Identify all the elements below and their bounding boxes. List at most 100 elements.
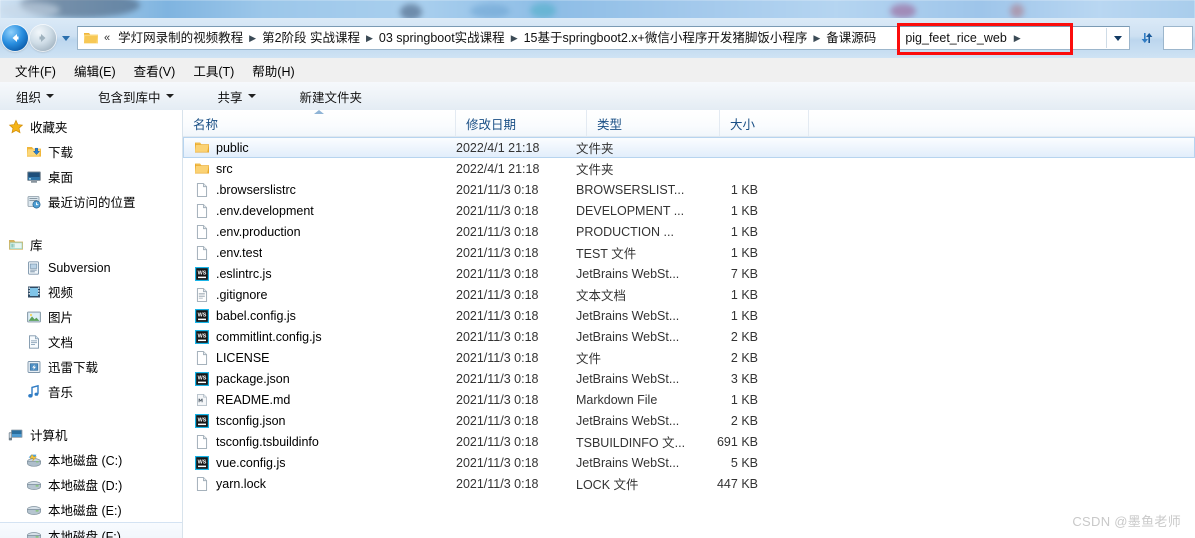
file-name: tsconfig.tsbuildinfo (216, 434, 319, 449)
sidebar-label: 本地磁盘 (F:) (48, 530, 121, 538)
sidebar-item-subversion[interactable]: Subversion (0, 257, 182, 279)
sidebar-label: 计算机 (30, 429, 68, 443)
address-breadcrumb-box[interactable]: « 学灯网录制的视频教程 ▶ 第2阶段 实战课程 ▶ 03 springboot… (77, 26, 1130, 50)
cell-date: 2021/11/3 0:18 (456, 476, 539, 491)
cell-date: 2022/4/1 21:18 (456, 140, 540, 155)
table-row[interactable]: WS commitlint.config.js 2021/11/3 0:18 JetB… (183, 326, 1195, 347)
table-row[interactable]: WS .eslintrc.js 2021/11/3 0:18 JetBrains We… (183, 263, 1195, 284)
chevron-down-icon (62, 35, 70, 41)
breadcrumb: « 学灯网录制的视频教程 ▶ 第2阶段 实战课程 ▶ 03 springboot… (101, 28, 1106, 48)
column-header-size[interactable]: 大小 (720, 110, 809, 136)
cell-type: 文本文档 (576, 289, 627, 303)
blank-file-icon (196, 476, 208, 491)
menu-view[interactable]: 查看(V) (125, 58, 185, 83)
cell-name: WS tsconfig.json (184, 413, 446, 429)
breadcrumb-item-2[interactable]: 03 springboot实战课程 (374, 28, 510, 48)
sidebar-item-recent-places[interactable]: 最近访问的位置 (0, 189, 182, 214)
sidebar-label: Subversion (48, 261, 111, 275)
menu-tools[interactable]: 工具(T) (184, 58, 243, 83)
new-folder-button[interactable]: 新建文件夹 (290, 84, 373, 109)
forward-button[interactable] (30, 25, 56, 51)
cell-type: DEVELOPMENT ... (576, 203, 685, 218)
sidebar-label: 视频 (48, 286, 74, 300)
sidebar-item-pictures[interactable]: 图片 (0, 304, 182, 329)
breadcrumb-item-3[interactable]: 15基于springboot2.x+微信小程序开发猪脚饭小程序 (519, 28, 813, 48)
cell-name: .env.test (184, 245, 446, 261)
column-header-date-label: 修改日期 (466, 117, 517, 132)
sidebar-item-drive-f[interactable]: 本地磁盘 (F:) (0, 522, 182, 538)
breadcrumb-overflow-chevron[interactable]: « (101, 30, 113, 46)
table-row[interactable]: public 2022/4/1 21:18 文件夹 (183, 137, 1195, 158)
cell-name: yarn.lock (184, 476, 446, 492)
table-row[interactable]: yarn.lock 2021/11/3 0:18 LOCK 文件 447 KB (183, 473, 1195, 494)
table-row[interactable]: WS vue.config.js 2021/11/3 0:18 JetBrains W… (183, 452, 1195, 473)
back-button[interactable] (2, 25, 28, 51)
table-row[interactable]: src 2022/4/1 21:18 文件夹 (183, 158, 1195, 179)
file-list-header: 名称 修改日期 类型 大小 (183, 110, 1195, 137)
explorer-window: « 学灯网录制的视频教程 ▶ 第2阶段 实战课程 ▶ 03 springboot… (0, 0, 1195, 538)
blank-file-icon (196, 350, 208, 365)
text-file-icon (196, 287, 208, 302)
sidebar-item-computer[interactable]: 计算机 (0, 422, 182, 447)
subversion-icon (28, 261, 39, 275)
breadcrumb-separator-icon[interactable]: ▶ (365, 33, 374, 44)
address-history-dropdown[interactable] (1106, 28, 1129, 48)
table-row[interactable]: .env.development 2021/11/3 0:18 DEVELOPMEN… (183, 200, 1195, 221)
breadcrumb-separator-icon[interactable]: ▶ (248, 33, 257, 44)
breadcrumb-item-4[interactable]: 备课源码 (821, 28, 881, 48)
sidebar-item-drive-e[interactable]: 本地磁盘 (E:) (0, 497, 182, 522)
sidebar-item-drive-d[interactable]: 本地磁盘 (D:) (0, 472, 182, 497)
breadcrumb-item-1[interactable]: 第2阶段 实战课程 (257, 28, 365, 48)
blank-file-icon (196, 434, 208, 449)
table-row[interactable]: .gitignore 2021/11/3 0:18 文本文档 1 KB (183, 284, 1195, 305)
sidebar-item-documents[interactable]: 文档 (0, 329, 182, 354)
sidebar-item-music[interactable]: 音乐 (0, 379, 182, 404)
sidebar-label: 最近访问的位置 (48, 196, 136, 210)
organize-button[interactable]: 组织 (6, 84, 64, 109)
sidebar-item-thunder-download[interactable]: 迅雷下载 (0, 354, 182, 379)
table-row[interactable]: WS package.json 2021/11/3 0:18 JetBrains We… (183, 368, 1195, 389)
webstorm-icon: WS (195, 329, 209, 344)
drive-icon (27, 505, 41, 515)
breadcrumb-item-0[interactable]: 学灯网录制的视频教程 (113, 28, 248, 48)
sidebar-label: 本地磁盘 (C:) (48, 454, 123, 468)
cell-size: 2 KB (730, 350, 758, 365)
cell-type: JetBrains WebSt... (576, 308, 680, 323)
sidebar-item-favorites[interactable]: 收藏夹 (0, 114, 182, 139)
sidebar-item-videos[interactable]: 视频 (0, 279, 182, 304)
breadcrumb-separator-icon[interactable]: ▶ (510, 33, 519, 44)
menu-edit[interactable]: 编辑(E) (65, 58, 125, 83)
table-row[interactable]: .browserslistrc 2021/11/3 0:18 BROWSERSLIS… (183, 179, 1195, 200)
sidebar-item-desktop[interactable]: 桌面 (0, 164, 182, 189)
sidebar-item-drive-c[interactable]: 本地磁盘 (C:) (0, 447, 182, 472)
table-row[interactable]: WS tsconfig.json 2021/11/3 0:18 JetBrains W… (183, 410, 1195, 431)
chevron-down-icon (247, 94, 256, 98)
table-row[interactable]: WS babel.config.js 2021/11/3 0:18 JetBrains… (183, 305, 1195, 326)
sidebar-item-libraries[interactable]: 库 (0, 232, 182, 257)
drive-icon (27, 480, 41, 490)
refresh-button[interactable] (1134, 25, 1160, 51)
menu-file[interactable]: 文件(F) (6, 58, 65, 83)
table-row[interactable]: .env.test 2021/11/3 0:18 TEST 文件 1 KB (183, 242, 1195, 263)
recent-pages-dropdown[interactable] (59, 25, 73, 51)
column-header-name[interactable]: 名称 (183, 110, 456, 136)
table-row[interactable]: README.md 2021/11/3 0:18 Markdown File 1 KB (183, 389, 1195, 410)
column-header-date[interactable]: 修改日期 (456, 110, 587, 136)
share-button[interactable]: 共享 (208, 84, 266, 109)
sidebar-item-downloads[interactable]: 下载 (0, 139, 182, 164)
menu-help[interactable]: 帮助(H) (243, 58, 303, 83)
table-row[interactable]: .env.production 2021/11/3 0:18 PRODUCTION … (183, 221, 1195, 242)
table-row[interactable]: tsconfig.tsbuildinfo 2021/11/3 0:18 TSBUIL… (183, 431, 1195, 452)
breadcrumb-separator-icon[interactable]: ▶ (812, 33, 821, 44)
column-header-type-label: 类型 (597, 117, 623, 132)
cell-date: 2021/11/3 0:18 (456, 392, 539, 407)
table-row[interactable]: LICENSE 2021/11/3 0:18 文件 2 KB (183, 347, 1195, 368)
column-header-size-label: 大小 (730, 117, 756, 132)
cell-size: 1 KB (730, 245, 758, 260)
column-header-type[interactable]: 类型 (587, 110, 720, 136)
breadcrumb-separator-icon[interactable]: ▶ (1013, 33, 1022, 44)
breadcrumb-item-5[interactable]: pig_feet_rice_web (881, 28, 1012, 48)
sidebar-label: 桌面 (48, 171, 74, 185)
include-in-library-button[interactable]: 包含到库中 (88, 84, 184, 109)
search-input[interactable] (1163, 26, 1193, 50)
